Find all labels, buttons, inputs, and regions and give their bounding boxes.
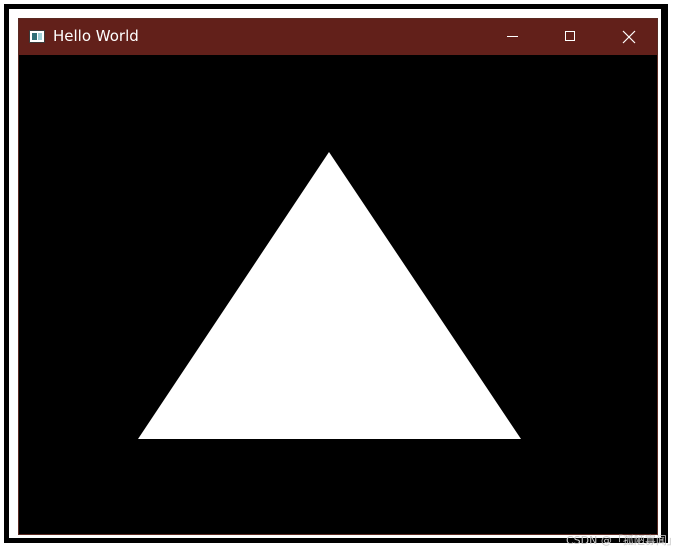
minimize-button[interactable]: [484, 19, 542, 55]
csdn-watermark: CSDN @「孤陋寡闻」: [566, 534, 678, 547]
app-icon-pane-right: [38, 33, 42, 40]
screenshot-frame: Hello World: [4, 4, 668, 543]
white-triangle: [138, 152, 521, 439]
render-canvas[interactable]: [19, 55, 657, 534]
app-window-icon: [29, 30, 45, 43]
close-icon: [622, 30, 636, 44]
maximize-icon: [565, 31, 575, 41]
maximize-button[interactable]: [542, 19, 600, 55]
screenshot-inner-border: Hello World: [9, 9, 661, 538]
window-title: Hello World: [53, 27, 139, 45]
close-button[interactable]: [600, 19, 658, 55]
minimize-icon: [507, 36, 518, 37]
title-bar[interactable]: Hello World: [19, 19, 657, 55]
app-icon-pane-left: [32, 33, 37, 40]
canvas-drawing: [138, 152, 521, 439]
app-window: Hello World: [18, 18, 658, 535]
